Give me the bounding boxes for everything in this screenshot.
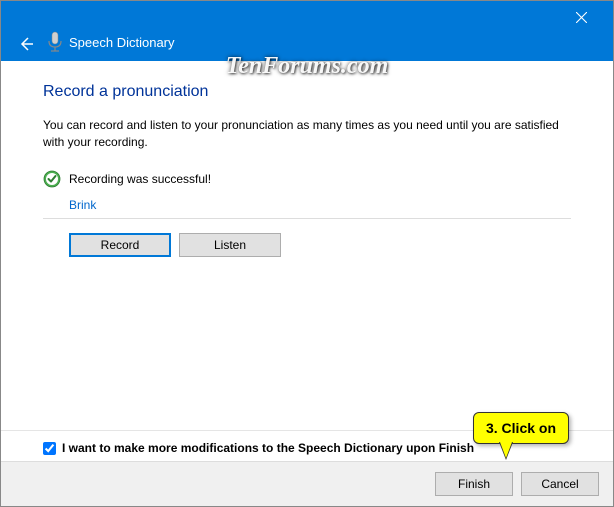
success-icon bbox=[43, 170, 61, 188]
record-button[interactable]: Record bbox=[69, 233, 171, 257]
callout-tail bbox=[499, 442, 513, 460]
footer: Finish Cancel bbox=[1, 461, 613, 506]
annotation-callout: 3. Click on bbox=[473, 412, 569, 444]
word-link[interactable]: Brink bbox=[69, 198, 96, 212]
close-button[interactable] bbox=[559, 3, 603, 31]
button-row: Record Listen bbox=[43, 233, 571, 257]
status-row: Recording was successful! bbox=[43, 170, 571, 188]
titlebar: Speech Dictionary bbox=[1, 1, 613, 61]
back-arrow-icon bbox=[18, 36, 34, 52]
more-modifications-checkbox[interactable] bbox=[43, 442, 56, 455]
status-text: Recording was successful! bbox=[69, 172, 211, 186]
cancel-button[interactable]: Cancel bbox=[521, 472, 599, 496]
window-title: Speech Dictionary bbox=[69, 35, 175, 50]
description-text: You can record and listen to your pronun… bbox=[43, 117, 571, 152]
word-row: Brink bbox=[43, 198, 571, 212]
back-button[interactable] bbox=[17, 35, 35, 53]
callout-text: 3. Click on bbox=[486, 420, 556, 436]
listen-button[interactable]: Listen bbox=[179, 233, 281, 257]
page-heading: Record a pronunciation bbox=[43, 83, 571, 101]
content-area: Record a pronunciation You can record an… bbox=[1, 61, 613, 257]
checkbox-label: I want to make more modifications to the… bbox=[62, 441, 474, 455]
close-icon bbox=[576, 12, 587, 23]
microphone-icon bbox=[45, 31, 65, 53]
finish-button[interactable]: Finish bbox=[435, 472, 513, 496]
divider bbox=[43, 218, 571, 219]
